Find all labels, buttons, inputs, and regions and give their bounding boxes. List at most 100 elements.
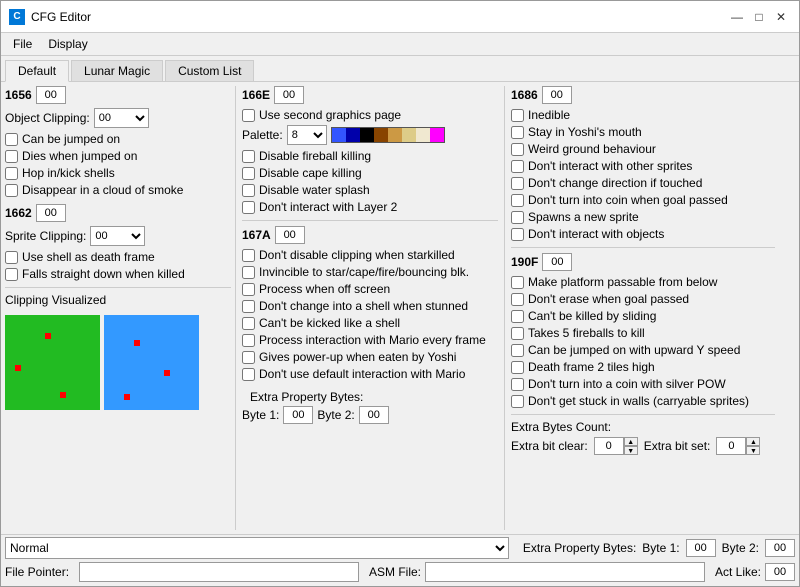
byte1-input[interactable]: [283, 406, 313, 424]
maximize-button[interactable]: □: [749, 7, 769, 27]
byte1-bottom-input[interactable]: [686, 539, 716, 557]
byte2-input[interactable]: [359, 406, 389, 424]
hex-1662-input[interactable]: [36, 204, 66, 222]
checkbox-no-stuck-walls-label: Don't get stuck in walls (carryable spri…: [528, 394, 749, 408]
clip-box-blue: [104, 315, 199, 410]
checkbox-no-coin-silver-input[interactable]: [511, 378, 524, 391]
checkbox-no-interact-sprites-input[interactable]: [511, 160, 524, 173]
checkbox-upward-y-speed-input[interactable]: [511, 344, 524, 357]
checkbox-no-interact-objects-input[interactable]: [511, 228, 524, 241]
checkbox-water-splash-input[interactable]: [242, 184, 255, 197]
checkbox-yoshi-mouth-label: Stay in Yoshi's mouth: [528, 125, 642, 139]
checkbox-no-erase-goal: Don't erase when goal passed: [511, 292, 775, 306]
extra-bit-clear-down[interactable]: ▼: [624, 446, 638, 455]
act-like-label: Act Like:: [715, 565, 761, 579]
divider-col3: [511, 247, 775, 248]
checkbox-can-be-jumped-input[interactable]: [5, 133, 18, 146]
minimize-button[interactable]: —: [727, 7, 747, 27]
checkbox-layer2-input[interactable]: [242, 201, 255, 214]
checkbox-no-clip-star-input[interactable]: [242, 249, 255, 262]
sprite-clipping-select[interactable]: 00: [90, 226, 145, 246]
extra-bit-set-up[interactable]: ▲: [746, 437, 760, 446]
hex-167a-label: 167A: [242, 228, 271, 242]
file-row: File Pointer: ASM File: Act Like:: [5, 562, 795, 582]
checkbox-death-2-tiles-input[interactable]: [511, 361, 524, 374]
checkbox-no-sliding-kill-label: Can't be killed by sliding: [528, 309, 656, 323]
tab-lunar-magic[interactable]: Lunar Magic: [71, 60, 163, 81]
checkbox-no-change-dir-input[interactable]: [511, 177, 524, 190]
checkbox-powerup-yoshi: Gives power-up when eaten by Yoshi: [242, 350, 498, 364]
menu-file[interactable]: File: [5, 35, 40, 53]
checkbox-spawns-sprite-input[interactable]: [511, 211, 524, 224]
object-clipping-select[interactable]: 00: [94, 108, 149, 128]
extra-bit-set-input[interactable]: [716, 437, 746, 455]
checkbox-no-kick-input[interactable]: [242, 317, 255, 330]
checkbox-weird-ground: Weird ground behaviour: [511, 142, 775, 156]
checkbox-no-stuck-walls-input[interactable]: [511, 395, 524, 408]
clipping-visual: [5, 315, 231, 410]
checkbox-spawns-sprite-label: Spawns a new sprite: [528, 210, 639, 224]
checkbox-layer2-label: Don't interact with Layer 2: [259, 200, 397, 214]
checkbox-process-offscreen-input[interactable]: [242, 283, 255, 296]
hex-167a-input[interactable]: [275, 226, 305, 244]
hex-1686-row: 1686: [511, 86, 775, 104]
act-like-input[interactable]: [765, 563, 795, 581]
palette-swatch-6: [402, 128, 416, 142]
checkbox-cape-input[interactable]: [242, 167, 255, 180]
byte2-bottom-input[interactable]: [765, 539, 795, 557]
hex-166e-input[interactable]: [274, 86, 304, 104]
checkbox-weird-ground-input[interactable]: [511, 143, 524, 156]
checkbox-no-sliding-kill-input[interactable]: [511, 310, 524, 323]
column-3: 1686 Inedible Stay in Yoshi's mouth Weir…: [505, 86, 775, 530]
close-button[interactable]: ✕: [771, 7, 791, 27]
normal-select[interactable]: Normal Custom: [5, 537, 509, 559]
checkbox-powerup-yoshi-input[interactable]: [242, 351, 255, 364]
checkbox-no-erase-goal-input[interactable]: [511, 293, 524, 306]
column-1: 1656 Object Clipping: 00 Can be jumped o…: [5, 86, 235, 530]
checkbox-fireball-input[interactable]: [242, 150, 255, 163]
extra-bit-clear-input[interactable]: [594, 437, 624, 455]
checkbox-dies-jumped-input[interactable]: [5, 150, 18, 163]
tab-default[interactable]: Default: [5, 60, 69, 82]
checkbox-no-coin-silver: Don't turn into a coin with silver POW: [511, 377, 775, 391]
extra-bit-set-down[interactable]: ▼: [746, 446, 760, 455]
checkbox-spawns-sprite: Spawns a new sprite: [511, 210, 775, 224]
extra-bit-clear-up[interactable]: ▲: [624, 437, 638, 446]
checkbox-weird-ground-label: Weird ground behaviour: [528, 142, 656, 156]
checkbox-process-mario-input[interactable]: [242, 334, 255, 347]
checkbox-invincible-input[interactable]: [242, 266, 255, 279]
file-pointer-label: File Pointer:: [5, 565, 75, 579]
asm-file-input[interactable]: [425, 562, 705, 582]
checkbox-second-graphics-input[interactable]: [242, 109, 255, 122]
hex-1686-input[interactable]: [542, 86, 572, 104]
checkbox-no-shell-stunned-label: Don't change into a shell when stunned: [259, 299, 468, 313]
file-pointer-input[interactable]: [79, 562, 359, 582]
palette-select[interactable]: 8: [287, 125, 327, 145]
checkbox-shell-death-input[interactable]: [5, 251, 18, 264]
checkbox-death-2-tiles-label: Death frame 2 tiles high: [528, 360, 655, 374]
clip-dot-3: [60, 392, 66, 398]
checkbox-no-coin-goal-label: Don't turn into coin when goal passed: [528, 193, 728, 207]
checkbox-yoshi-mouth-input[interactable]: [511, 126, 524, 139]
checkbox-fireball: Disable fireball killing: [242, 149, 498, 163]
checkbox-upward-y-speed: Can be jumped on with upward Y speed: [511, 343, 775, 357]
checkbox-no-shell-stunned-input[interactable]: [242, 300, 255, 313]
checkbox-5-fireballs-input[interactable]: [511, 327, 524, 340]
palette-swatch-3: [360, 128, 374, 142]
checkbox-no-default-mario-input[interactable]: [242, 368, 255, 381]
checkbox-5-fireballs-label: Takes 5 fireballs to kill: [528, 326, 645, 340]
checkbox-disappear-cloud-input[interactable]: [5, 184, 18, 197]
checkbox-falls-straight-input[interactable]: [5, 268, 18, 281]
menu-bar: File Display: [1, 33, 799, 56]
hex-1656-input[interactable]: [36, 86, 66, 104]
palette-swatch-2: [346, 128, 360, 142]
checkbox-no-coin-goal-input[interactable]: [511, 194, 524, 207]
menu-display[interactable]: Display: [40, 35, 95, 53]
tab-custom-list[interactable]: Custom List: [165, 60, 254, 81]
checkbox-platform-passable-input[interactable]: [511, 276, 524, 289]
checkbox-inedible-input[interactable]: [511, 109, 524, 122]
app-icon: C: [9, 9, 25, 25]
extra-bit-set-spinner: ▲ ▼: [716, 437, 760, 455]
hex-190f-input[interactable]: [542, 253, 572, 271]
checkbox-hop-kick-input[interactable]: [5, 167, 18, 180]
